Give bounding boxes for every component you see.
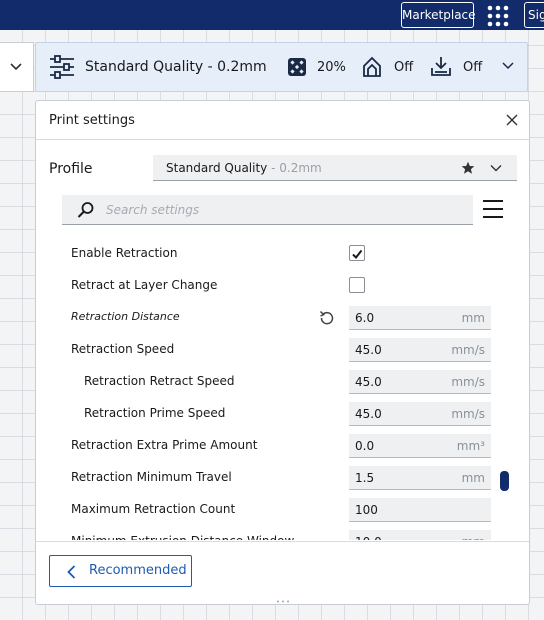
setting-value-field[interactable]: 100 — [349, 498, 491, 522]
setting-row: Retraction Speed 45.0 mm/s — [36, 336, 506, 364]
setting-row: Minimum Extrusion Distance Window 10.0 mm — [36, 528, 506, 540]
quality-profile-label: Standard Quality - 0.2mm — [85, 59, 267, 75]
top-bar: Marketplace Sig — [0, 0, 544, 30]
profile-name: Standard Quality - 0.2mm — [166, 161, 322, 175]
chevron-left-icon — [67, 565, 76, 579]
recommended-button[interactable]: Recommended — [49, 555, 192, 587]
setting-label: Retract at Layer Change — [71, 278, 218, 292]
setting-checkbox[interactable] — [349, 245, 365, 261]
setting-label: Retraction Speed — [71, 342, 175, 356]
setting-value: 6.0 — [355, 311, 375, 325]
setting-row: Retraction Retract Speed 45.0 mm/s — [36, 368, 506, 396]
profile-dropdown[interactable]: Standard Quality - 0.2mm — [153, 155, 517, 181]
setting-value-field[interactable]: 1.5 mm — [349, 466, 491, 490]
support-icon — [363, 56, 381, 77]
apps-grid-icon[interactable] — [487, 5, 509, 27]
recommended-label: Recommended — [89, 563, 187, 578]
chevron-down-icon — [490, 165, 502, 172]
resize-grip-icon[interactable] — [276, 600, 290, 603]
settings-list: Enable Retraction Retract at Layer Change… — [36, 240, 529, 540]
infill-icon — [288, 58, 306, 76]
settings-sliders-icon — [50, 55, 74, 79]
checkmark-icon — [352, 249, 363, 260]
profile-name-suffix: - 0.2mm — [267, 161, 322, 175]
quality-summary[interactable]: Standard Quality - 0.2mm — [49, 43, 267, 91]
setting-unit: mm — [461, 471, 485, 485]
adhesion-icon — [431, 57, 451, 76]
marketplace-button[interactable]: Marketplace — [401, 2, 476, 28]
divider — [36, 541, 529, 542]
setting-checkbox[interactable] — [349, 277, 365, 293]
setting-label: Retraction Minimum Travel — [71, 470, 232, 484]
setting-row: Retract at Layer Change — [36, 272, 506, 300]
setting-value: 45.0 — [355, 343, 382, 357]
setting-label: Retraction Retract Speed — [84, 374, 235, 388]
setting-value-field[interactable]: 6.0 mm — [349, 306, 491, 330]
scrollbar-thumb[interactable] — [500, 471, 509, 491]
setting-label: Minimum Extrusion Distance Window — [71, 534, 294, 540]
setting-value-field[interactable]: 45.0 mm/s — [349, 370, 491, 394]
setting-value-field[interactable]: 45.0 mm/s — [349, 402, 491, 426]
print-settings-panel: Print settings Profile Standard Quality … — [35, 100, 530, 605]
divider — [36, 139, 529, 140]
infill-value: 20% — [317, 59, 346, 75]
setting-value: 10.0 — [355, 535, 382, 540]
profile-label: Profile — [49, 161, 93, 177]
setting-row: Retraction Prime Speed 45.0 mm/s — [36, 400, 506, 428]
profile-name-main: Standard Quality — [166, 161, 268, 175]
setting-value: 1.5 — [355, 471, 375, 485]
setting-row: Retraction Minimum Travel 1.5 mm — [36, 464, 506, 492]
setting-value: 0.0 — [355, 439, 375, 453]
setting-value: 45.0 — [355, 375, 382, 389]
setting-row: Enable Retraction — [36, 240, 506, 268]
reset-icon[interactable] — [319, 310, 335, 326]
setting-label: Retraction Prime Speed — [84, 406, 226, 420]
setting-unit: mm/s — [451, 343, 485, 357]
setting-unit: mm/s — [451, 407, 485, 421]
setting-unit: mm³ — [456, 439, 485, 453]
setting-label: Enable Retraction — [71, 246, 178, 260]
setting-label: Maximum Retraction Count — [71, 502, 236, 516]
previous-panel-toggle[interactable] — [0, 42, 34, 92]
setting-value-field[interactable]: 10.0 mm — [349, 530, 491, 540]
setting-value-field[interactable]: 0.0 mm³ — [349, 434, 491, 458]
search-input[interactable] — [106, 200, 456, 220]
chevron-down-icon[interactable] — [502, 61, 514, 71]
sign-in-button[interactable]: Sig — [524, 2, 544, 28]
setting-row: Retraction Extra Prime Amount 0.0 mm³ — [36, 432, 506, 460]
star-icon[interactable] — [461, 161, 475, 175]
setting-unit: mm — [462, 535, 485, 540]
setting-value-field[interactable]: 45.0 mm/s — [349, 338, 491, 362]
setting-unit: mm — [461, 311, 485, 325]
support-value: Off — [394, 59, 414, 75]
settings-visibility-menu-icon[interactable] — [482, 199, 504, 219]
close-icon[interactable] — [506, 114, 518, 126]
setting-value: 45.0 — [355, 407, 382, 421]
setting-unit: mm/s — [451, 375, 485, 389]
search-settings-box[interactable] — [62, 195, 473, 225]
panel-title: Print settings — [49, 113, 135, 128]
adhesion-summary[interactable]: Off — [430, 43, 482, 91]
setting-label: Retraction Distance — [71, 310, 180, 323]
chevron-down-icon — [10, 63, 22, 71]
setting-label: Retraction Extra Prime Amount — [71, 438, 258, 452]
setting-row: Maximum Retraction Count 100 — [36, 496, 506, 524]
search-icon — [77, 202, 94, 218]
setting-row: Retraction Distance 6.0 mm — [36, 304, 506, 332]
support-summary[interactable]: Off — [361, 43, 413, 91]
print-setup-selector[interactable]: Standard Quality - 0.2mm 20% Off Off — [35, 42, 528, 92]
infill-summary[interactable]: 20% — [287, 43, 346, 91]
adhesion-value: Off — [463, 59, 483, 75]
setting-value: 100 — [355, 503, 378, 517]
